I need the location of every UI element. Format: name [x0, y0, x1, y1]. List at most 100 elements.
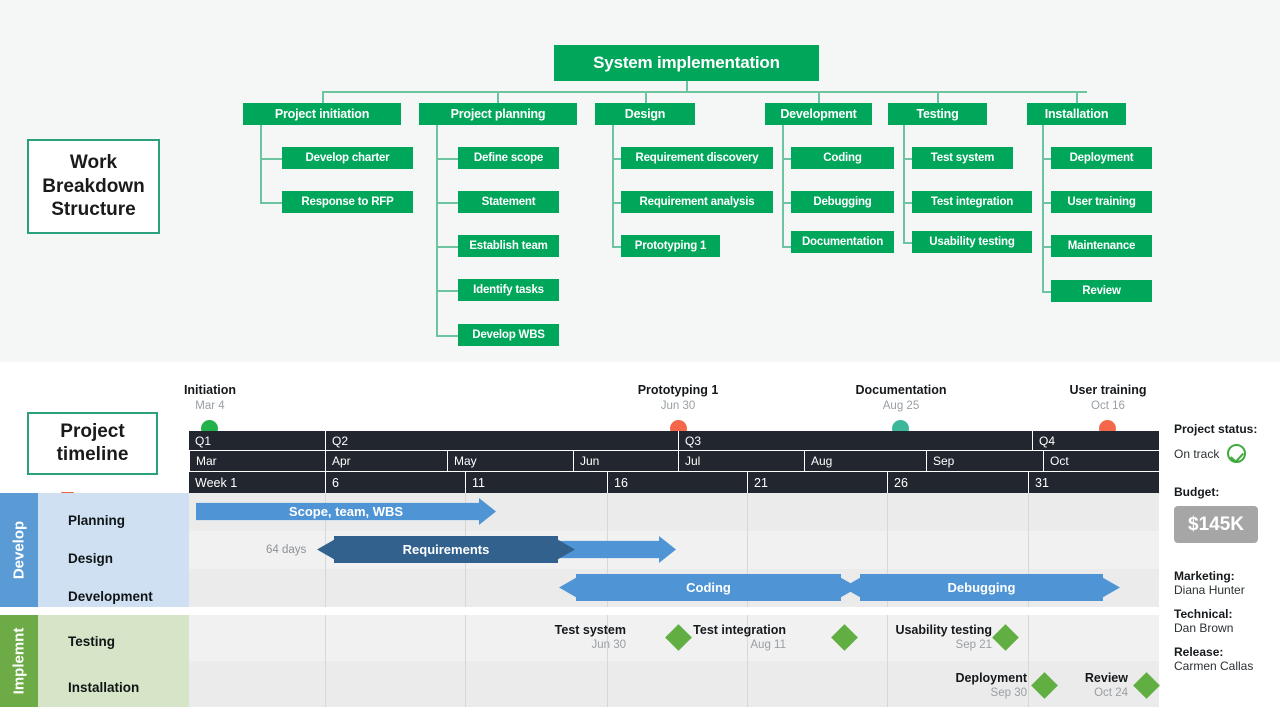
- wbs-branch-design[interactable]: Design: [595, 103, 695, 125]
- bar-debugging[interactable]: Debugging: [843, 574, 1120, 601]
- task-milestone-usability-testing[interactable]: Usability testing Sep 21: [875, 623, 992, 651]
- wbs-leaf-documentation[interactable]: Documentation: [791, 231, 894, 253]
- wbs-connector: [260, 125, 262, 203]
- wbs-leaf-test-integration[interactable]: Test integration: [912, 191, 1032, 213]
- wbs-connector: [782, 125, 784, 247]
- lane-develop: Develop: [0, 493, 38, 607]
- contacts-list: Marketing: Diana Hunter Technical: Dan B…: [1174, 569, 1280, 673]
- wbs-leaf-establish-team[interactable]: Establish team: [458, 235, 559, 257]
- milestone-name: Usability testing: [895, 623, 992, 637]
- wbs-root-node[interactable]: System implementation: [554, 45, 819, 81]
- milestone-date: Mar 4: [195, 400, 225, 412]
- milestone-date: Jun 30: [591, 639, 626, 651]
- wbs-connector: [612, 158, 621, 160]
- wbs-branch-project-initiation[interactable]: Project initiation: [243, 103, 401, 125]
- row-label-design[interactable]: Design: [68, 543, 189, 573]
- wbs-leaf-usability-testing[interactable]: Usability testing: [912, 231, 1032, 253]
- wbs-branch-development[interactable]: Development: [765, 103, 872, 125]
- project-status-row: On track: [1174, 444, 1280, 463]
- scale-week-1: Week 1: [195, 475, 238, 490]
- wbs-connector: [903, 125, 905, 243]
- scale-quarter-q1: Q1: [195, 433, 212, 448]
- scale-band-quarters: Q1 Q2 Q3 Q4: [189, 431, 1159, 450]
- grid-line: [325, 615, 326, 707]
- wbs-leaf-requirement-discovery[interactable]: Requirement discovery: [621, 147, 773, 169]
- bar-requirements[interactable]: Requirements: [317, 536, 575, 563]
- scale-week-26: 26: [887, 472, 1028, 493]
- wbs-connector: [1042, 202, 1051, 204]
- row-label-installation[interactable]: Installation: [68, 672, 189, 702]
- row-label-development[interactable]: Development: [68, 581, 189, 611]
- wbs-branch-testing[interactable]: Testing: [888, 103, 987, 125]
- wbs-leaf-identify-tasks[interactable]: Identify tasks: [458, 279, 559, 301]
- milestone-name: Test integration: [693, 623, 786, 637]
- wbs-connector: [612, 202, 621, 204]
- wbs-branch-project-planning[interactable]: Project planning: [419, 103, 577, 125]
- scale-quarter-q3: Q3: [678, 431, 1032, 450]
- wbs-leaf-statement[interactable]: Statement: [458, 191, 559, 213]
- scale-band-weeks: Week 1 6 11 16 21 26 31: [189, 472, 1159, 493]
- info-panel: Project status: On track Budget: $145K M…: [1174, 422, 1280, 673]
- wbs-connector: [436, 335, 458, 337]
- check-circle-icon: [1227, 444, 1247, 463]
- wbs-leaf-review[interactable]: Review: [1051, 280, 1152, 302]
- wbs-title-line-2: Breakdown: [42, 175, 145, 197]
- wbs-connector: [322, 91, 1087, 93]
- wbs-leaf-develop-charter[interactable]: Develop charter: [282, 147, 413, 169]
- task-milestone-test-system[interactable]: Test system Jun 30: [516, 623, 626, 651]
- contact-role-release: Release:: [1174, 645, 1224, 659]
- milestone-date: Sep 21: [955, 639, 992, 651]
- header-milestone-documentation[interactable]: Documentation Aug 25: [841, 383, 961, 412]
- scale-quarter-q2: Q2: [325, 431, 678, 450]
- milestone-name: Review: [1084, 671, 1128, 685]
- header-milestone-user-training[interactable]: User training Oct 16: [1048, 383, 1168, 412]
- scale-week-31: 31: [1028, 472, 1159, 493]
- row-label-testing[interactable]: Testing: [68, 626, 189, 656]
- wbs-leaf-debugging[interactable]: Debugging: [791, 191, 894, 213]
- grid-line: [465, 615, 466, 707]
- milestone-date: Sep 30: [990, 687, 1027, 699]
- wbs-leaf-test-system[interactable]: Test system: [912, 147, 1013, 169]
- timeline-rows-area: Develop Planning Design Development Impl…: [0, 493, 1160, 720]
- scale-month-may: May: [447, 451, 573, 471]
- contact-name-marketing: Diana Hunter: [1174, 583, 1245, 597]
- wbs-branch-installation[interactable]: Installation: [1027, 103, 1126, 125]
- scale-quarter-q4: Q4: [1032, 431, 1159, 450]
- header-milestone-initiation[interactable]: Initiation Mar 4: [150, 383, 270, 412]
- timeline-title-line-2: timeline: [56, 443, 129, 465]
- milestone-date: Oct 24: [1094, 687, 1128, 699]
- task-milestone-test-integration[interactable]: Test integration Aug 11: [669, 623, 786, 651]
- task-milestone-deployment[interactable]: Deployment Sep 30: [920, 671, 1027, 699]
- scale-week-16: 16: [607, 472, 747, 493]
- scale-week-6: 6: [325, 472, 465, 493]
- milestone-name: Deployment: [955, 671, 1027, 685]
- scale-band-months: Mar Apr May Jun Jul Aug Sep Oct: [189, 451, 1159, 471]
- wbs-leaf-define-scope[interactable]: Define scope: [458, 147, 559, 169]
- project-status-value: On track: [1174, 446, 1220, 461]
- wbs-leaf-prototyping-1[interactable]: Prototyping 1: [621, 235, 720, 257]
- timeline-title-line-1: Project: [60, 420, 125, 442]
- wbs-leaf-maintenance[interactable]: Maintenance: [1051, 235, 1152, 257]
- header-milestone-prototyping-1[interactable]: Prototyping 1 Jun 30: [618, 383, 738, 412]
- row-label-planning[interactable]: Planning: [68, 505, 189, 535]
- contact-name-release: Carmen Callas: [1174, 659, 1254, 673]
- scale-week-21: 21: [747, 472, 887, 493]
- wbs-connector: [436, 246, 458, 248]
- scale-month-aug: Aug: [804, 451, 926, 471]
- wbs-connector: [782, 202, 791, 204]
- wbs-connector: [903, 202, 912, 204]
- wbs-leaf-coding[interactable]: Coding: [791, 147, 894, 169]
- milestone-date: Oct 16: [1091, 400, 1125, 412]
- wbs-connector: [436, 290, 458, 292]
- wbs-connector: [903, 242, 912, 244]
- wbs-leaf-response-to-rfp[interactable]: Response to RFP: [282, 191, 413, 213]
- wbs-leaf-user-training[interactable]: User training: [1051, 191, 1152, 213]
- wbs-leaf-deployment[interactable]: Deployment: [1051, 147, 1152, 169]
- wbs-connector: [436, 202, 458, 204]
- task-milestone-review[interactable]: Review Oct 24: [1045, 671, 1128, 699]
- wbs-connector: [436, 125, 438, 336]
- wbs-leaf-develop-wbs[interactable]: Develop WBS: [458, 324, 559, 346]
- wbs-leaf-requirement-analysis[interactable]: Requirement analysis: [621, 191, 773, 213]
- milestone-name: Documentation: [855, 383, 947, 397]
- bar-coding[interactable]: Coding: [559, 574, 858, 601]
